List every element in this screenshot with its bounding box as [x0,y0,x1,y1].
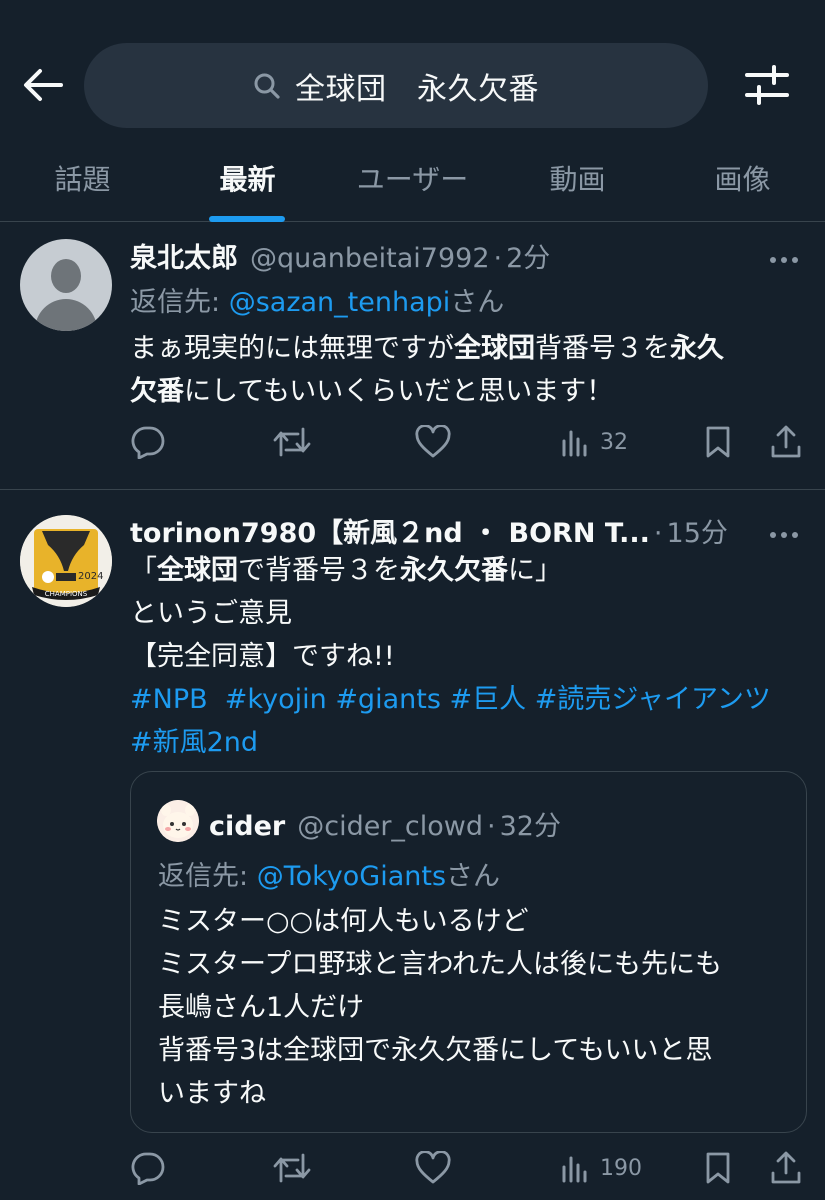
view-count: 32 [600,429,628,455]
like-button[interactable] [414,422,452,462]
bookmark-button[interactable] [704,1148,732,1188]
views-button[interactable]: 190 [560,1148,642,1188]
views-icon [562,1156,587,1183]
search-icon [254,73,280,99]
timestamp[interactable]: 15分 [667,511,728,550]
tweet-text: 「全球団で背番号３を永久欠番に」 というご意見 【完全同意】ですね!! #NPB… [130,555,771,758]
avatar-year: 2024 [78,571,103,582]
hashtag[interactable]: #giants [335,684,441,715]
avatar[interactable]: 2024 CHAMPIONS [20,515,112,607]
search-query: 全球団 永久欠番 [295,71,539,107]
tweet-header: 泉北太郎 @quanbeitai7992 · 2分 [130,236,550,275]
hashtag[interactable]: #kyojin [225,684,327,715]
more-icon[interactable] [770,523,806,547]
retweet-button[interactable] [272,422,312,462]
reply-mention[interactable]: @TokyoGiants [257,861,446,892]
tab-photos[interactable]: 画像 [660,150,825,206]
reply-mention[interactable]: @sazan_tenhapi [229,287,451,318]
retweet-button[interactable] [272,1148,312,1188]
tweet-header: torinon7980【新風２nd ・ BORN T... · 15分 [130,511,728,550]
avatar-label: CHAMPIONS [45,590,88,598]
top-bar: 全球団 永久欠番 [0,0,825,150]
hashtag[interactable]: #巨人 [449,684,526,715]
hashtag[interactable]: #新風2nd [130,727,258,758]
reply-to: 返信先: @sazan_tenhapiさん [130,287,505,318]
tweet[interactable]: 泉北太郎 @quanbeitai7992 · 2分 返信先: @sazan_te… [0,222,825,490]
avatar[interactable] [157,800,199,842]
tab-top[interactable]: 話題 [0,150,165,206]
like-icon [415,425,451,458]
more-icon[interactable] [770,248,806,272]
tab-people[interactable]: ユーザー [330,150,495,206]
tab-latest[interactable]: 最新 [165,150,330,206]
quoted-tweet[interactable]: cider @cider_clowd · 32分 返信先: @TokyoGian… [130,771,807,1133]
back-arrow-icon [24,69,63,101]
hashtag[interactable]: #NPB [130,684,208,715]
reply-button[interactable] [130,422,166,462]
share-button[interactable] [770,422,802,462]
avatar[interactable] [20,239,112,331]
views-button[interactable]: 32 [560,422,628,462]
tweet[interactable]: 2024 CHAMPIONS torinon7980【新風２nd ・ BORN … [0,491,825,1200]
reply-button[interactable] [130,1148,166,1188]
like-icon [415,1151,451,1184]
filter-button[interactable] [744,64,790,106]
hashtag[interactable]: #読売ジャイアンツ [535,684,771,715]
user-handle[interactable]: @cider_clowd [297,811,483,842]
display-name[interactable]: torinon7980【新風２nd ・ BORN T... [130,511,650,550]
like-button[interactable] [414,1148,452,1188]
bookmark-icon [706,1152,730,1184]
reply-icon [131,426,165,459]
retweet-icon [273,427,311,457]
share-button[interactable] [770,1148,802,1188]
user-handle[interactable]: @quanbeitai7992 [250,243,490,274]
filter-icon [745,65,789,105]
tab-videos[interactable]: 動画 [495,150,660,206]
back-button[interactable] [20,62,66,108]
view-count: 190 [600,1155,642,1181]
retweet-icon [273,1153,311,1183]
bookmark-icon [706,426,730,458]
tweet-text: まぁ現実的には無理ですが全球団背番号３を永久 欠番にしてもいいくらいだと思います… [130,333,724,407]
reply-icon [131,1152,165,1185]
quote-header: cider @cider_clowd · 32分 [209,804,561,843]
timestamp[interactable]: 2分 [506,236,550,275]
bookmark-button[interactable] [704,422,732,462]
tweet-actions: 190 [130,1148,810,1188]
tweet-actions: 32 [130,422,810,462]
quote-text: ミスター○○は何人もいるけど ミスタープロ野球と言われた人は後にも先にも 長嶋さ… [158,906,723,1109]
display-name[interactable]: 泉北太郎 [130,236,238,275]
search-input[interactable]: 全球団 永久欠番 [84,43,708,128]
search-tabs: 話題 最新 ユーザー 動画 画像 [0,150,825,222]
views-icon [562,430,587,457]
reply-to: 返信先: @TokyoGiantsさん [158,861,501,892]
timestamp[interactable]: 32分 [500,804,561,843]
share-icon [771,1151,801,1184]
share-icon [771,425,801,458]
display-name[interactable]: cider [209,811,285,842]
